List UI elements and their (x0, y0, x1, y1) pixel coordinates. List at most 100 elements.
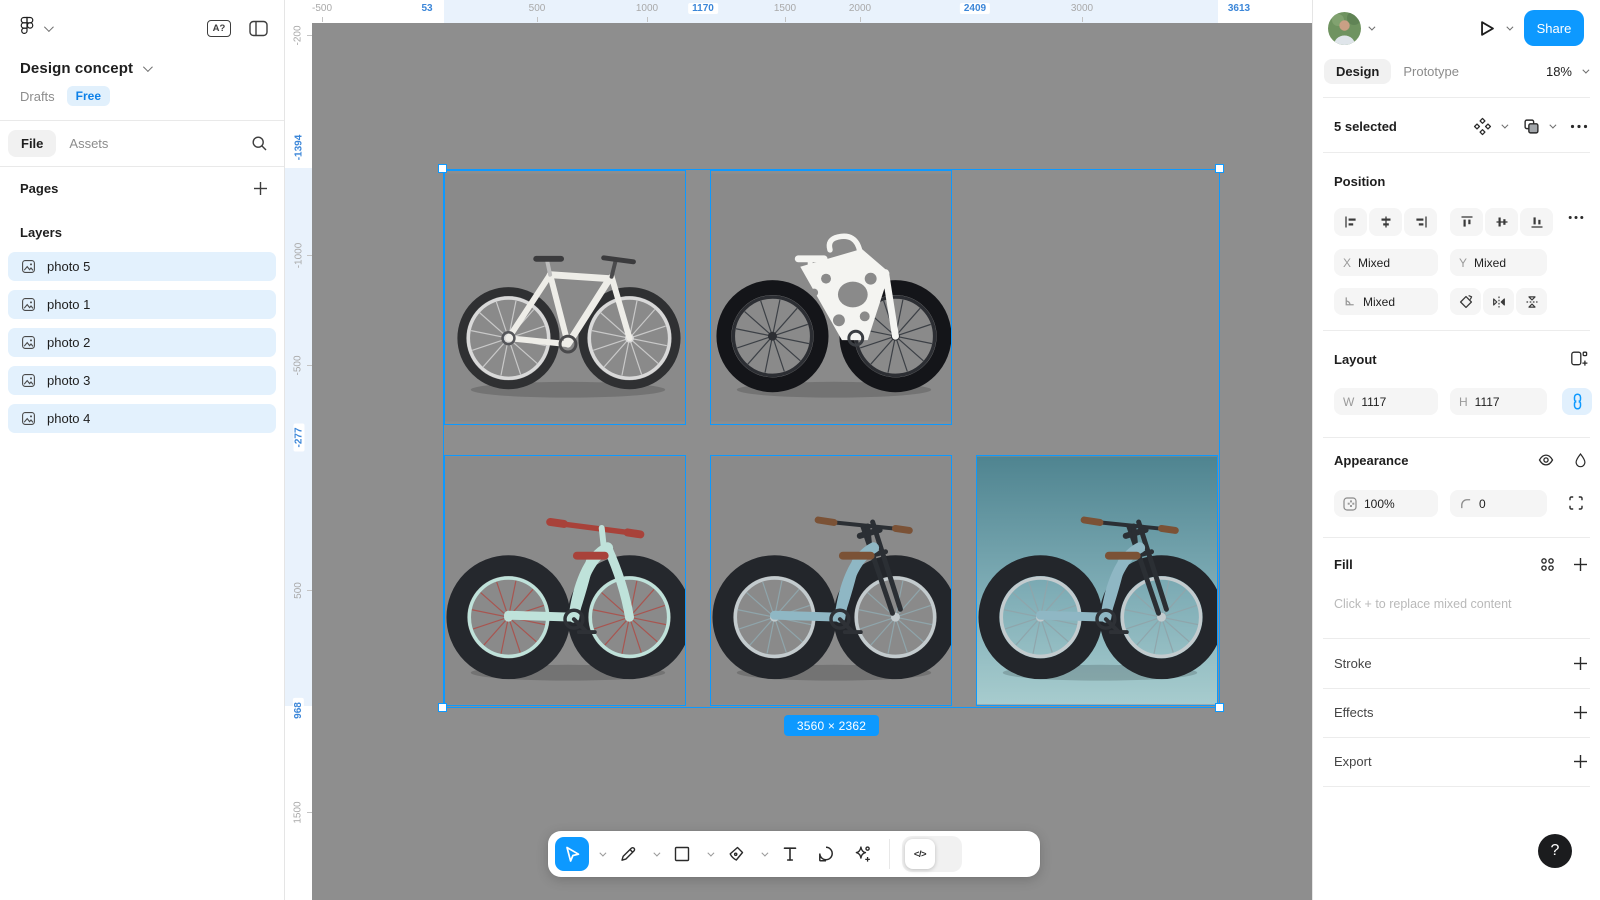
pen-tool-button[interactable] (721, 837, 751, 871)
add-fill-icon[interactable] (1573, 557, 1588, 572)
independent-corners-icon[interactable] (1568, 495, 1584, 511)
layout-header: Layout (1334, 352, 1377, 367)
selection-handle[interactable] (1215, 164, 1224, 173)
share-button[interactable]: Share (1524, 10, 1584, 46)
flip-horizontal-button[interactable] (1483, 288, 1514, 315)
opacity-icon (1343, 497, 1357, 511)
align-bottom-button[interactable] (1520, 208, 1553, 236)
angle-icon (1343, 295, 1356, 308)
draw-tool-menu[interactable] (649, 852, 661, 857)
search-icon[interactable] (251, 135, 268, 152)
x-value: Mixed (1358, 256, 1390, 270)
present-menu-chevron-icon[interactable] (1506, 23, 1513, 30)
layer-label: photo 5 (47, 259, 90, 274)
file-location[interactable]: Drafts (20, 89, 55, 104)
text-tool-button[interactable] (775, 837, 805, 871)
layer-row[interactable]: photo 4 (8, 404, 276, 433)
component-menu-chevron-icon[interactable] (1501, 121, 1508, 128)
constrain-proportions-toggle[interactable] (1562, 388, 1592, 415)
dev-mode-toggle[interactable]: </> (902, 836, 962, 872)
toolbar-divider (889, 839, 890, 869)
corner-radius-field[interactable]: 0 (1450, 490, 1547, 517)
layer-row[interactable]: photo 5 (8, 252, 276, 281)
flip-vertical-button[interactable] (1516, 288, 1547, 315)
canvas-object-photo-3[interactable] (710, 455, 952, 706)
selection-handle[interactable] (438, 164, 447, 173)
ruler-mark: 1500 (774, 3, 796, 14)
align-h-center-button[interactable] (1369, 208, 1402, 236)
add-stroke-icon[interactable] (1573, 656, 1588, 671)
move-tool-button[interactable] (555, 837, 589, 871)
width-label: W (1343, 395, 1354, 409)
visibility-eye-icon[interactable] (1537, 452, 1555, 468)
draw-tool-button[interactable] (613, 837, 643, 871)
present-icon[interactable] (1480, 20, 1495, 37)
canvas-object-photo-5[interactable] (444, 170, 686, 425)
rotation-field[interactable]: Mixed (1334, 288, 1438, 315)
canvas-object-photo-4[interactable] (976, 455, 1218, 706)
add-auto-layout-icon[interactable] (1570, 350, 1588, 368)
plan-badge[interactable]: Free (67, 86, 110, 106)
avatar[interactable] (1328, 12, 1361, 45)
ruler-mark: -500 (293, 355, 304, 375)
align-v-center-button[interactable] (1485, 208, 1518, 236)
file-menu-chevron-icon[interactable] (143, 62, 153, 72)
shape-tool-button[interactable] (667, 837, 697, 871)
x-position-field[interactable]: X Mixed (1334, 249, 1438, 276)
create-component-icon[interactable] (1473, 117, 1492, 136)
left-sidebar: A? Design concept Drafts Free File Asset… (0, 0, 285, 900)
canvas-object-photo-2[interactable] (444, 455, 686, 706)
tab-assets[interactable]: Assets (56, 130, 121, 157)
ruler-mark: -1394 (293, 130, 304, 164)
tab-file[interactable]: File (8, 130, 56, 157)
chevron-down-icon (44, 22, 54, 32)
layer-row[interactable]: photo 1 (8, 290, 276, 319)
shape-tool-menu[interactable] (703, 852, 715, 857)
help-button[interactable]: ? (1538, 834, 1572, 868)
tab-design[interactable]: Design (1324, 59, 1391, 84)
actions-tool-button[interactable] (847, 837, 877, 871)
opacity-field[interactable]: 100% (1334, 490, 1438, 517)
selection-handle[interactable] (438, 703, 447, 712)
main-menu[interactable] (18, 16, 51, 40)
toggle-sidebar-icon[interactable] (249, 20, 268, 37)
selection-size-badge: 3560 × 2362 (784, 715, 879, 736)
add-page-icon[interactable] (253, 181, 268, 196)
align-left-button[interactable] (1334, 208, 1367, 236)
tab-prototype[interactable]: Prototype (1391, 59, 1471, 84)
ruler-mark: 53 (417, 3, 436, 14)
distribute-options-icon[interactable] (1568, 215, 1584, 220)
blend-droplet-icon[interactable] (1573, 452, 1588, 469)
mask-union-icon[interactable] (1523, 118, 1540, 135)
canvas[interactable]: 3560 × 2362 (312, 23, 1312, 900)
account-menu-chevron-icon[interactable] (1368, 23, 1375, 30)
canvas-object-photo-1[interactable] (710, 170, 952, 425)
layer-row[interactable]: photo 2 (8, 328, 276, 357)
move-tool-menu[interactable] (595, 852, 607, 857)
align-top-button[interactable] (1450, 208, 1483, 236)
divider (1323, 537, 1590, 538)
rename-shortcut-icon[interactable]: A? (207, 20, 231, 37)
layers-list: photo 5 photo 1 photo 2 photo 3 photo 4 (0, 252, 284, 433)
ruler-mark: 2409 (960, 3, 990, 14)
y-position-field[interactable]: Y Mixed (1450, 249, 1547, 276)
width-field[interactable]: W 1117 (1334, 388, 1438, 415)
mask-menu-chevron-icon[interactable] (1549, 121, 1556, 128)
selection-count: 5 selected (1334, 119, 1397, 134)
zoom-control[interactable]: 18% (1546, 64, 1587, 79)
selection-handle[interactable] (1215, 703, 1224, 712)
fill-mixed-placeholder: Click + to replace mixed content (1334, 597, 1512, 611)
add-export-icon[interactable] (1573, 754, 1588, 769)
height-field[interactable]: H 1117 (1450, 388, 1547, 415)
layers-header: Layers (20, 225, 62, 240)
rotate-button[interactable] (1450, 288, 1481, 315)
layer-row[interactable]: photo 3 (8, 366, 276, 395)
more-options-icon[interactable] (1570, 124, 1588, 129)
add-effect-icon[interactable] (1573, 705, 1588, 720)
pen-tool-menu[interactable] (757, 852, 769, 857)
align-right-button[interactable] (1404, 208, 1437, 236)
horizontal-ruler: -500535001000117015002000240930003613 (285, 0, 1312, 23)
comment-tool-button[interactable] (811, 837, 841, 871)
fill-styles-icon[interactable] (1539, 556, 1556, 573)
height-label: H (1459, 395, 1468, 409)
